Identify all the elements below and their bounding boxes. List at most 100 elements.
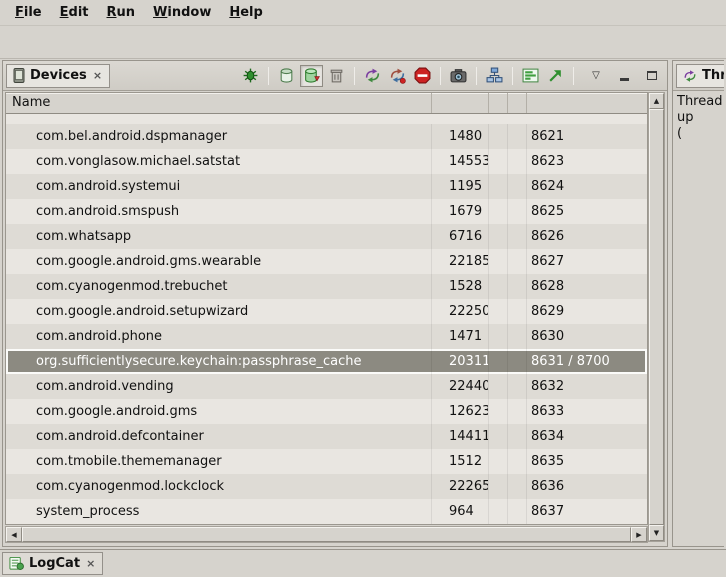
process-port: 8631 / 8700 [527, 349, 647, 374]
toolbar-separator [440, 67, 441, 85]
menu-bar: File Edit Run Window Help [0, 0, 726, 26]
menu-file[interactable]: File [6, 2, 51, 23]
table-row[interactable]: com.whatsapp 6716 8626 [6, 224, 647, 249]
tab-logcat[interactable]: LogCat × [2, 552, 103, 575]
process-port: 8629 [527, 299, 647, 324]
vertical-scrollbar[interactable]: ▲ ▼ [648, 92, 665, 542]
tab-threads-label: Threads [702, 68, 724, 83]
process-pid: 22250 [432, 299, 489, 324]
tab-threads[interactable]: Threads × [676, 64, 724, 88]
horizontal-scrollbar[interactable]: ◀ ▶ [5, 526, 648, 543]
process-port: 8635 [527, 449, 647, 474]
menu-window[interactable]: Window [144, 2, 220, 23]
process-name: com.android.phone [6, 324, 432, 349]
threads-icon [683, 69, 697, 83]
threads-message-line: ( [677, 126, 720, 142]
scroll-right-icon[interactable]: ▶ [631, 527, 647, 542]
process-pid: 1480 [432, 124, 489, 149]
process-pid: 1471 [432, 324, 489, 349]
process-name: com.android.defcontainer [6, 424, 432, 449]
process-pid: 22265 [432, 474, 489, 499]
toolbar-separator [476, 67, 477, 85]
process-name: org.sufficientlysecure.keychain:passphra… [6, 349, 432, 374]
start-method-profiling-icon[interactable] [386, 65, 409, 87]
table-row[interactable]: com.android.vending 22440 8632 [6, 374, 647, 399]
process-port: 8627 [527, 249, 647, 274]
process-name: com.whatsapp [6, 224, 432, 249]
process-port: 8636 [527, 474, 647, 499]
logcat-icon [9, 556, 24, 571]
stop-process-icon[interactable] [411, 65, 434, 87]
maximize-icon[interactable] [642, 66, 662, 86]
table-row[interactable]: com.android.smspush 1679 8625 [6, 199, 647, 224]
menu-edit[interactable]: Edit [51, 2, 98, 23]
horizontal-scrollbar-thumb[interactable] [22, 527, 631, 542]
table-row[interactable]: com.android.phone 1471 8630 [6, 324, 647, 349]
table-row[interactable]: com.cyanogenmod.trebuchet 1528 8628 [6, 274, 647, 299]
process-pid: 1512 [432, 449, 489, 474]
vertical-scrollbar-thumb[interactable] [649, 109, 664, 525]
table-row[interactable]: com.bel.android.dspmanager 1480 8621 [6, 124, 647, 149]
table-row[interactable]: org.sufficientlysecure.keychain:passphra… [6, 349, 647, 374]
table-row[interactable]: com.vonglasow.michael.satstat 14553 8623 [6, 149, 647, 174]
process-name: com.android.vending [6, 374, 432, 399]
table-row[interactable]: com.google.android.setupwizard 22250 862… [6, 299, 647, 324]
table-row[interactable]: com.tmobile.thememanager 1512 8635 [6, 449, 647, 474]
screen-capture-icon[interactable] [447, 65, 470, 87]
menu-help[interactable]: Help [220, 2, 271, 23]
scroll-left-icon[interactable]: ◀ [6, 527, 22, 542]
table-row[interactable]: com.android.defcontainer 14411 8634 [6, 424, 647, 449]
menu-run[interactable]: Run [98, 2, 145, 23]
process-name: com.cyanogenmod.lockclock [6, 474, 432, 499]
process-list: com.bel.android.dspmanager 1480 8621 com… [6, 124, 647, 524]
systrace-icon[interactable] [519, 65, 542, 87]
process-port: 8632 [527, 374, 647, 399]
toolbar-separator [512, 67, 513, 85]
table-row[interactable]: system_process 964 8637 [6, 499, 647, 524]
close-icon[interactable]: × [85, 558, 96, 569]
process-name: com.vonglasow.michael.satstat [6, 149, 432, 174]
table-row[interactable]: com.google.android.gms 12623 8633 [6, 399, 647, 424]
threads-message: Thread up ( [673, 91, 724, 145]
process-port: 8634 [527, 424, 647, 449]
process-port: 8633 [527, 399, 647, 424]
column-header-pid [432, 93, 489, 113]
process-port: 8637 [527, 499, 647, 524]
column-header-port [527, 93, 647, 113]
process-name: com.tmobile.thememanager [6, 449, 432, 474]
update-heap-icon[interactable] [275, 65, 298, 87]
update-threads-icon[interactable] [361, 65, 384, 87]
devices-view: Devices × [2, 60, 668, 547]
table-row[interactable]: com.cyanogenmod.lockclock 22265 8636 [6, 474, 647, 499]
dump-hprof-icon[interactable] [300, 65, 323, 87]
device-icon [13, 68, 25, 83]
view-menu-icon[interactable]: ▽ [586, 66, 606, 86]
process-pid: 20311 [432, 349, 489, 374]
opengl-trace-icon[interactable] [544, 65, 567, 87]
debug-process-icon[interactable] [239, 65, 262, 87]
table-header: Name [6, 93, 647, 114]
process-name: com.android.smspush [6, 199, 432, 224]
process-port: 8623 [527, 149, 647, 174]
cause-gc-icon[interactable] [325, 65, 348, 87]
column-header-name[interactable]: Name [6, 93, 432, 113]
threads-view-header: Threads × [673, 61, 724, 91]
devices-view-header: Devices × [3, 61, 667, 91]
column-header-4 [508, 93, 527, 113]
scroll-down-icon[interactable]: ▼ [649, 525, 664, 541]
process-pid: 14553 [432, 149, 489, 174]
table-row[interactable]: com.android.systemui 1195 8624 [6, 174, 647, 199]
toolbar-separator [573, 67, 574, 85]
minimize-icon[interactable] [614, 66, 634, 86]
view-hierarchy-icon[interactable] [483, 65, 506, 87]
process-port: 8628 [527, 274, 647, 299]
process-pid: 1195 [432, 174, 489, 199]
close-icon[interactable]: × [92, 70, 103, 81]
tab-devices[interactable]: Devices × [6, 64, 110, 88]
scroll-up-icon[interactable]: ▲ [649, 93, 664, 109]
process-name: com.android.systemui [6, 174, 432, 199]
table-row[interactable]: com.google.android.gms.wearable 22185 86… [6, 249, 647, 274]
process-pid: 964 [432, 499, 489, 524]
main-toolbar [0, 26, 726, 59]
process-name: system_process [6, 499, 432, 524]
